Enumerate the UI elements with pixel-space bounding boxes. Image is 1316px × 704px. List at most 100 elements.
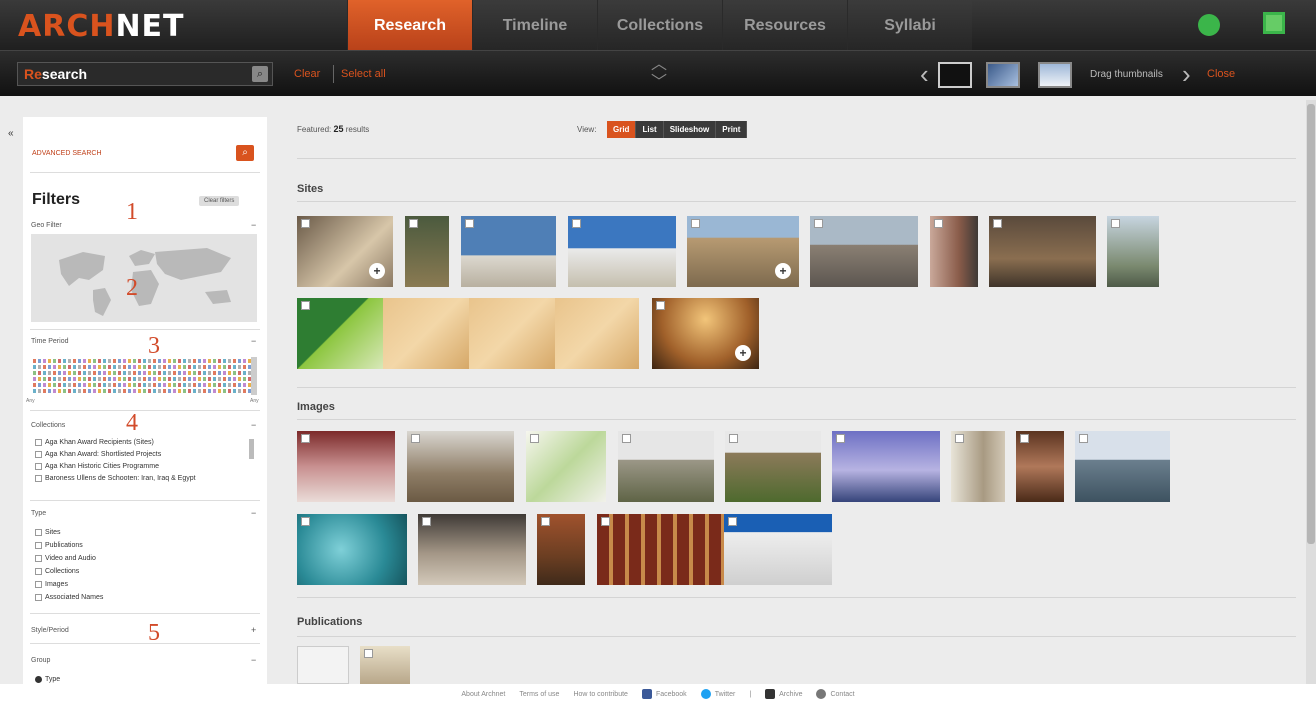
select-checkbox[interactable] <box>530 434 539 443</box>
select-checkbox[interactable] <box>729 434 738 443</box>
time-cell[interactable] <box>78 389 81 393</box>
geo-filter-toggle[interactable]: − <box>251 220 256 230</box>
time-cell[interactable] <box>118 389 121 393</box>
time-cell[interactable] <box>198 389 201 393</box>
time-cell[interactable] <box>138 377 141 381</box>
checkbox[interactable] <box>35 542 42 549</box>
time-cell[interactable] <box>233 359 236 363</box>
time-cell[interactable] <box>243 371 246 375</box>
time-cell[interactable] <box>218 371 221 375</box>
time-cell[interactable] <box>198 377 201 381</box>
time-period-grid[interactable] <box>31 357 257 395</box>
time-cell[interactable] <box>153 371 156 375</box>
image-thumbnail[interactable] <box>725 431 821 502</box>
time-cell[interactable] <box>208 389 211 393</box>
time-cell[interactable] <box>218 389 221 393</box>
time-cell[interactable] <box>88 365 91 369</box>
time-cell[interactable] <box>38 365 41 369</box>
time-cell[interactable] <box>163 365 166 369</box>
time-cell[interactable] <box>53 377 56 381</box>
type-item[interactable]: Collections <box>35 568 79 575</box>
site-thumbnail[interactable] <box>930 216 978 287</box>
select-checkbox[interactable] <box>541 517 550 526</box>
add-icon[interactable] <box>1198 14 1220 36</box>
time-cell[interactable] <box>98 359 101 363</box>
select-checkbox[interactable] <box>728 517 737 526</box>
image-thumbnail[interactable] <box>1016 431 1064 502</box>
time-cell[interactable] <box>178 389 181 393</box>
select-checkbox[interactable] <box>301 301 310 310</box>
time-cell[interactable] <box>113 371 116 375</box>
time-cell[interactable] <box>73 359 76 363</box>
time-cell[interactable] <box>233 389 236 393</box>
time-cell[interactable] <box>38 371 41 375</box>
time-cell[interactable] <box>223 365 226 369</box>
time-cell[interactable] <box>88 383 91 387</box>
view-grid-button[interactable]: Grid <box>607 121 637 138</box>
tab-resources[interactable]: Resources <box>722 0 847 50</box>
time-cell[interactable] <box>53 365 56 369</box>
time-cell[interactable] <box>73 371 76 375</box>
time-cell[interactable] <box>158 365 161 369</box>
time-cell[interactable] <box>143 371 146 375</box>
time-cell[interactable] <box>193 377 196 381</box>
time-cell[interactable] <box>153 377 156 381</box>
time-cell[interactable] <box>113 383 116 387</box>
research-search-input[interactable]: Research <box>17 62 273 86</box>
time-cell[interactable] <box>43 383 46 387</box>
time-cell[interactable] <box>233 365 236 369</box>
collections-scrollbar[interactable] <box>249 439 254 459</box>
time-cell[interactable] <box>118 371 121 375</box>
time-cell[interactable] <box>108 383 111 387</box>
time-cell[interactable] <box>73 377 76 381</box>
time-cell[interactable] <box>78 359 81 363</box>
time-cell[interactable] <box>223 389 226 393</box>
select-checkbox[interactable] <box>364 649 373 658</box>
time-cell[interactable] <box>208 365 211 369</box>
select-checkbox[interactable] <box>993 219 1002 228</box>
footer-link-terms[interactable]: Terms of use <box>519 691 559 698</box>
time-cell[interactable] <box>58 383 61 387</box>
time-cell[interactable] <box>88 359 91 363</box>
time-cell[interactable] <box>103 389 106 393</box>
time-cell[interactable] <box>233 371 236 375</box>
time-cell[interactable] <box>238 389 241 393</box>
time-cell[interactable] <box>128 359 131 363</box>
time-cell[interactable] <box>68 377 71 381</box>
time-cell[interactable] <box>173 371 176 375</box>
select-checkbox[interactable] <box>656 301 665 310</box>
time-cell[interactable] <box>63 371 66 375</box>
time-cell[interactable] <box>33 377 36 381</box>
time-cell[interactable] <box>223 371 226 375</box>
type-item[interactable]: Video and Audio <box>35 555 96 562</box>
archnet-logo[interactable]: ARCHNET <box>18 9 185 44</box>
time-cell[interactable] <box>213 389 216 393</box>
time-cell[interactable] <box>123 383 126 387</box>
checkbox[interactable] <box>35 463 42 470</box>
select-checkbox[interactable] <box>409 219 418 228</box>
checkbox[interactable] <box>35 439 42 446</box>
image-thumbnail[interactable] <box>297 431 395 502</box>
time-cell[interactable] <box>58 359 61 363</box>
site-thumbnail[interactable]: + <box>687 216 799 287</box>
time-cell[interactable] <box>143 365 146 369</box>
time-cell[interactable] <box>138 359 141 363</box>
time-cell[interactable] <box>108 389 111 393</box>
time-cell[interactable] <box>128 371 131 375</box>
time-cell[interactable] <box>173 389 176 393</box>
add-to-tray-icon[interactable]: + <box>775 263 791 279</box>
image-thumbnail[interactable] <box>407 431 514 502</box>
select-checkbox[interactable] <box>422 517 431 526</box>
time-cell[interactable] <box>113 359 116 363</box>
time-cell[interactable] <box>93 389 96 393</box>
footer-link-archive[interactable]: Archive <box>765 689 802 699</box>
view-print-button[interactable]: Print <box>716 121 748 138</box>
image-thumbnail[interactable] <box>297 514 407 585</box>
time-cell[interactable] <box>58 377 61 381</box>
time-cell[interactable] <box>53 359 56 363</box>
time-cell[interactable] <box>133 371 136 375</box>
time-cell[interactable] <box>123 377 126 381</box>
time-cell[interactable] <box>38 389 41 393</box>
time-cell[interactable] <box>153 389 156 393</box>
time-cell[interactable] <box>48 377 51 381</box>
